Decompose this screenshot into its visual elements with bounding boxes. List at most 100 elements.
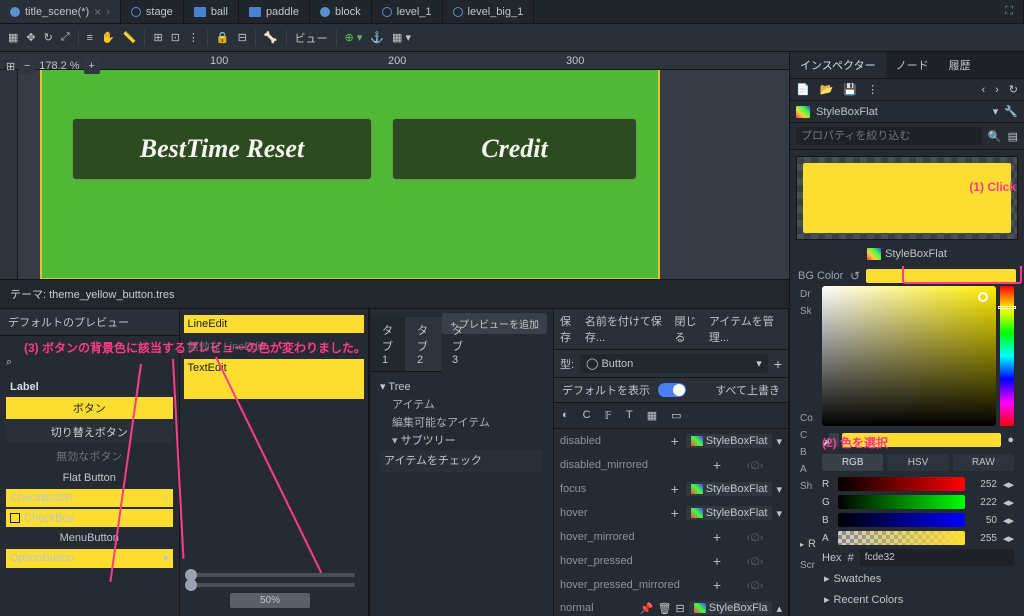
tree-subtree[interactable]: ▾ サブツリー <box>380 432 543 450</box>
snap-smart-icon[interactable]: ⊡ <box>171 31 180 44</box>
styles-icon[interactable]: ▭ <box>671 409 681 422</box>
view-menu[interactable]: ビュー <box>295 30 328 46</box>
togglebutton-preview[interactable]: 切り替えボタン <box>6 421 173 443</box>
checkbutton-preview[interactable]: CheckButton○ <box>6 489 173 507</box>
center-icon[interactable]: ⊞ <box>6 60 15 73</box>
grid-icon[interactable]: ▦ ▾ <box>392 31 411 44</box>
save-button[interactable]: 保存 <box>560 313 579 345</box>
hex-input[interactable] <box>860 549 1014 566</box>
select-tool[interactable]: ▦ <box>8 31 18 44</box>
swatches-expand[interactable]: ▸Swatches <box>822 568 1014 589</box>
add-hover[interactable]: + <box>668 505 682 521</box>
hist-icon[interactable]: ↻ <box>1009 83 1018 96</box>
add-hover-pm[interactable]: + <box>710 577 724 593</box>
node-tab[interactable]: ノード <box>886 52 939 78</box>
add-type-button[interactable]: + <box>774 356 782 372</box>
sbf-focus[interactable]: StyleBoxFlat <box>686 482 773 496</box>
add-disabled-m[interactable]: + <box>710 457 724 473</box>
a-slider[interactable] <box>838 531 965 545</box>
close-button[interactable]: 閉じる <box>674 313 702 345</box>
anchor-icon[interactable]: ⊕ ▾ <box>345 31 363 44</box>
save-icon[interactable]: 💾 <box>843 83 857 96</box>
group-icon[interactable]: ⊟ <box>238 31 247 44</box>
close-icon[interactable]: × <box>94 5 101 19</box>
scale-tool[interactable]: ⤢ <box>61 31 70 44</box>
filter-icon[interactable]: ▤ <box>1008 130 1018 143</box>
fonts-icon[interactable]: 𝔽 <box>605 409 612 422</box>
override-all-button[interactable]: すべて上書き <box>715 382 780 398</box>
tree-root[interactable]: ▾ Tree <box>380 378 543 396</box>
pan-tool[interactable]: ✋ <box>101 31 115 44</box>
tab3[interactable]: タブ3 <box>440 317 475 371</box>
add-disabled[interactable]: + <box>668 433 682 449</box>
tab2[interactable]: タブ2 <box>405 317 440 371</box>
add-focus[interactable]: + <box>668 481 682 497</box>
fwd-icon[interactable]: › <box>995 84 999 96</box>
filter-input[interactable] <box>796 127 982 145</box>
flatbutton-preview[interactable]: Flat Button <box>6 469 173 487</box>
rgb-mode[interactable]: RGB <box>822 454 883 471</box>
more-icon[interactable]: ⋮ <box>867 83 878 96</box>
lock-icon[interactable]: 🔒 <box>216 31 230 44</box>
bgcolor-reset[interactable]: ↺ <box>850 269 860 283</box>
manage-button[interactable]: アイテムを管理... <box>709 313 782 345</box>
tab-paddle[interactable]: paddle <box>239 0 310 23</box>
add-hover-m[interactable]: + <box>710 529 724 545</box>
show-default-toggle[interactable] <box>658 383 686 397</box>
tree-item[interactable]: アイテム <box>380 396 543 414</box>
tab-title-scene[interactable]: title_scene(*)×› <box>0 0 121 23</box>
constants-icon[interactable]: C <box>583 409 591 422</box>
snap-menu[interactable]: ⋮ <box>188 31 199 44</box>
tab-level1[interactable]: level_1 <box>372 0 443 23</box>
saturation-value-picker[interactable] <box>822 286 996 426</box>
saveas-button[interactable]: 名前を付けて保存... <box>585 313 669 345</box>
checkbox-preview[interactable]: CheckBox <box>6 509 173 527</box>
zoom-out[interactable]: − <box>19 58 35 74</box>
zoom-percent[interactable]: 178.2 % <box>39 60 79 72</box>
icons-icon[interactable]: ▦ <box>647 409 657 422</box>
circle-icon[interactable]: ● <box>1007 434 1014 446</box>
list-tool[interactable]: ≡ <box>87 32 93 44</box>
tab-ball[interactable]: ball <box>184 0 239 23</box>
back-icon[interactable]: ‹ <box>981 84 985 96</box>
sbf-disabled[interactable]: StyleBoxFlat <box>686 434 773 448</box>
del-icon[interactable]: 🗑 <box>658 602 672 615</box>
sbf-hover[interactable]: StyleBoxFlat <box>686 506 773 520</box>
sbf-normal[interactable]: StyleBoxFla <box>689 601 773 615</box>
zoom-in[interactable]: + <box>84 58 100 74</box>
ruler-tool[interactable]: 📏 <box>123 31 137 44</box>
lineedit-preview[interactable]: LineEdit <box>184 315 365 333</box>
tab-levelbig1[interactable]: level_big_1 <box>443 0 535 23</box>
menubutton-preview[interactable]: MenuButton <box>6 529 173 547</box>
optionbutton-preview[interactable]: OptionButton▾ <box>6 549 173 568</box>
textedit-preview[interactable]: TextEdit <box>184 359 365 399</box>
colors-icon[interactable]: ◐ <box>562 409 569 422</box>
tree-editable[interactable]: 編集可能なアイテム <box>380 414 543 432</box>
search-icon[interactable]: 🔍 <box>988 130 1002 143</box>
b-slider[interactable] <box>838 513 965 527</box>
besttime-reset-button[interactable]: BestTime Reset <box>72 118 372 180</box>
hue-slider[interactable] <box>1000 286 1014 426</box>
raw-mode[interactable]: RAW <box>953 454 1014 471</box>
reset-icon[interactable]: ⊟ <box>676 602 685 615</box>
history-tab[interactable]: 履歴 <box>939 52 981 78</box>
distraction-free-icon[interactable]: ⛶ <box>995 0 1024 23</box>
tree-item-check[interactable]: アイテムをチェック <box>380 450 543 472</box>
tab-stage[interactable]: stage <box>121 0 184 23</box>
credit-button[interactable]: Credit <box>392 118 637 180</box>
tab1[interactable]: タブ1 <box>370 317 405 371</box>
type-select[interactable]: ◯ Button▾ <box>580 354 768 373</box>
open-icon[interactable]: 📂 <box>820 83 834 96</box>
recent-expand[interactable]: ▸Recent Colors <box>822 589 1014 610</box>
fontsize-icon[interactable]: T <box>626 409 633 422</box>
rotate-tool[interactable]: ↻ <box>44 31 53 44</box>
resource-name[interactable]: StyleBoxFlat <box>816 106 987 118</box>
add-hover-p[interactable]: + <box>710 553 724 569</box>
inspector-tab[interactable]: インスペクター <box>790 52 886 78</box>
pick-icon[interactable]: ⌕ <box>6 356 12 369</box>
anchor2-icon[interactable]: ⚓ <box>370 31 384 44</box>
pin-icon[interactable]: 📌 <box>640 602 654 615</box>
bone-icon[interactable]: 🦴 <box>264 31 278 44</box>
move-tool[interactable]: ✥ <box>26 31 35 44</box>
hsv-mode[interactable]: HSV <box>887 454 948 471</box>
